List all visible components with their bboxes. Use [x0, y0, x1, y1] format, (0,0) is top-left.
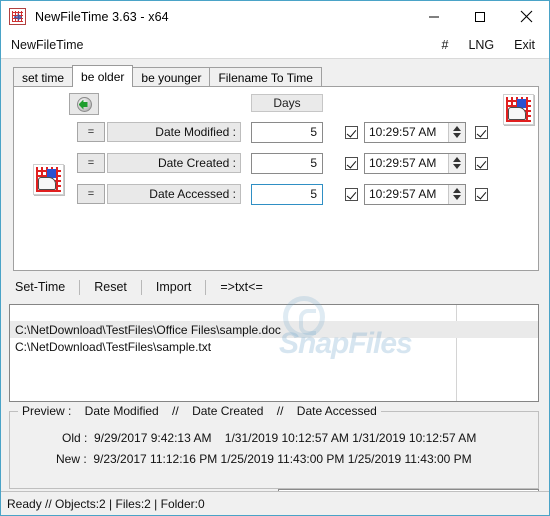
checkbox-date-accessed-left[interactable] [345, 187, 358, 201]
time-value-date-modified: 10:29:57 AM [369, 125, 437, 139]
time-input-date-created[interactable]: 10:29:57 AM [364, 152, 466, 174]
time-input-date-accessed[interactable]: 10:29:57 AM [364, 183, 466, 205]
preview-new-row: New : 9/23/2017 11:12:16 PM 1/25/2019 11… [56, 452, 472, 466]
globe-refresh-icon [76, 96, 92, 112]
language-menu[interactable]: LNG [468, 38, 494, 52]
app-checkered-icon [9, 8, 26, 25]
window-controls [411, 1, 549, 32]
status-text: Ready // Objects:2 | Files:2 | Folder:0 [7, 496, 205, 511]
preview-group: Preview : Date Modified // Date Created … [9, 404, 539, 489]
hand-cursor-glyph [508, 107, 526, 120]
window-title: NewFileTime 3.63 - x64 [35, 9, 169, 24]
reset-button[interactable]: Reset [80, 280, 141, 294]
equal-button-date-created[interactable]: = [77, 153, 105, 173]
body-area: set time be older be younger Filename To… [1, 59, 549, 515]
days-input-date-modified[interactable]: 5 [251, 121, 323, 143]
list-item[interactable]: C:\NetDownload\TestFiles\Office Files\sa… [10, 321, 538, 338]
menu-app-name[interactable]: NewFileTime [11, 38, 83, 52]
be-older-panel: Days = Date Modified : 5 10:29:57 AM = D… [13, 86, 539, 271]
preview-legend: Preview : Date Modified // Date Created … [18, 404, 381, 418]
label-date-accessed: Date Accessed : [107, 184, 241, 204]
file-list[interactable]: C:\NetDownload\TestFiles\Office Files\sa… [9, 304, 539, 402]
row-date-created: = Date Created : 5 10:29:57 AM [14, 152, 538, 174]
checkbox-date-created-right[interactable] [475, 156, 488, 170]
hash-menu[interactable]: # [442, 38, 449, 52]
maximize-button[interactable] [457, 1, 503, 32]
checkbox-date-created-left[interactable] [345, 156, 358, 170]
label-date-created: Date Created : [107, 153, 241, 173]
checkbox-date-accessed-right[interactable] [475, 187, 488, 201]
tab-set-time[interactable]: set time [13, 67, 74, 87]
tab-be-younger[interactable]: be younger [132, 67, 211, 87]
days-column-header: Days [251, 94, 323, 112]
spinner-up-icon[interactable] [453, 126, 461, 131]
menu-bar: NewFileTime # LNG Exit [1, 32, 549, 59]
spinner-down-icon[interactable] [453, 164, 461, 169]
app-window: NewFileTime 3.63 - x64 NewFileTime # LNG… [0, 0, 550, 516]
time-value-date-accessed: 10:29:57 AM [369, 187, 437, 201]
spinner-up-icon[interactable] [453, 157, 461, 162]
tab-be-older[interactable]: be older [72, 65, 134, 87]
spinner-date-modified[interactable] [448, 122, 465, 142]
checkbox-date-modified-left[interactable] [345, 125, 358, 139]
tab-strip: set time be older be younger Filename To… [13, 65, 322, 87]
spinner-date-accessed[interactable] [448, 184, 465, 204]
equal-button-date-accessed[interactable]: = [77, 184, 105, 204]
hand-cursor-glyph [38, 177, 56, 190]
set-time-button[interactable]: Set-Time [13, 280, 79, 294]
title-bar: NewFileTime 3.63 - x64 [1, 1, 549, 32]
checkbox-date-modified-right[interactable] [475, 125, 488, 139]
close-button[interactable] [503, 1, 549, 32]
spinner-down-icon[interactable] [453, 133, 461, 138]
days-input-date-created[interactable]: 5 [251, 152, 323, 174]
spinner-date-created[interactable] [448, 153, 465, 173]
to-txt-button[interactable]: =>txt<= [206, 280, 276, 294]
time-value-date-created: 10:29:57 AM [369, 156, 437, 170]
file-list-items: C:\NetDownload\TestFiles\Office Files\sa… [10, 321, 538, 355]
exit-menu[interactable]: Exit [514, 38, 535, 52]
tab-filename-to-time[interactable]: Filename To Time [209, 67, 322, 87]
list-item[interactable]: C:\NetDownload\TestFiles\sample.txt [10, 338, 538, 355]
status-bar: Ready // Objects:2 | Files:2 | Folder:0 [1, 491, 549, 515]
row-date-accessed: = Date Accessed : 5 10:29:57 AM [14, 183, 538, 205]
action-link-bar: Set-Time Reset Import =>txt<= [13, 275, 277, 299]
import-button[interactable]: Import [142, 280, 205, 294]
spinner-up-icon[interactable] [453, 188, 461, 193]
minimize-button[interactable] [411, 1, 457, 32]
menu-right-group: # LNG Exit [442, 38, 550, 52]
label-date-modified: Date Modified : [107, 122, 241, 142]
equal-button-date-modified[interactable]: = [77, 122, 105, 142]
row-date-modified: = Date Modified : 5 10:29:57 AM [14, 121, 538, 143]
time-input-date-modified[interactable]: 10:29:57 AM [364, 121, 466, 143]
spinner-down-icon[interactable] [453, 195, 461, 200]
preview-old-row: Old : 9/29/2017 9:42:13 AM 1/31/2019 10:… [62, 431, 477, 445]
refresh-globe-button[interactable] [69, 93, 99, 115]
days-input-date-accessed[interactable]: 5 [251, 183, 323, 205]
